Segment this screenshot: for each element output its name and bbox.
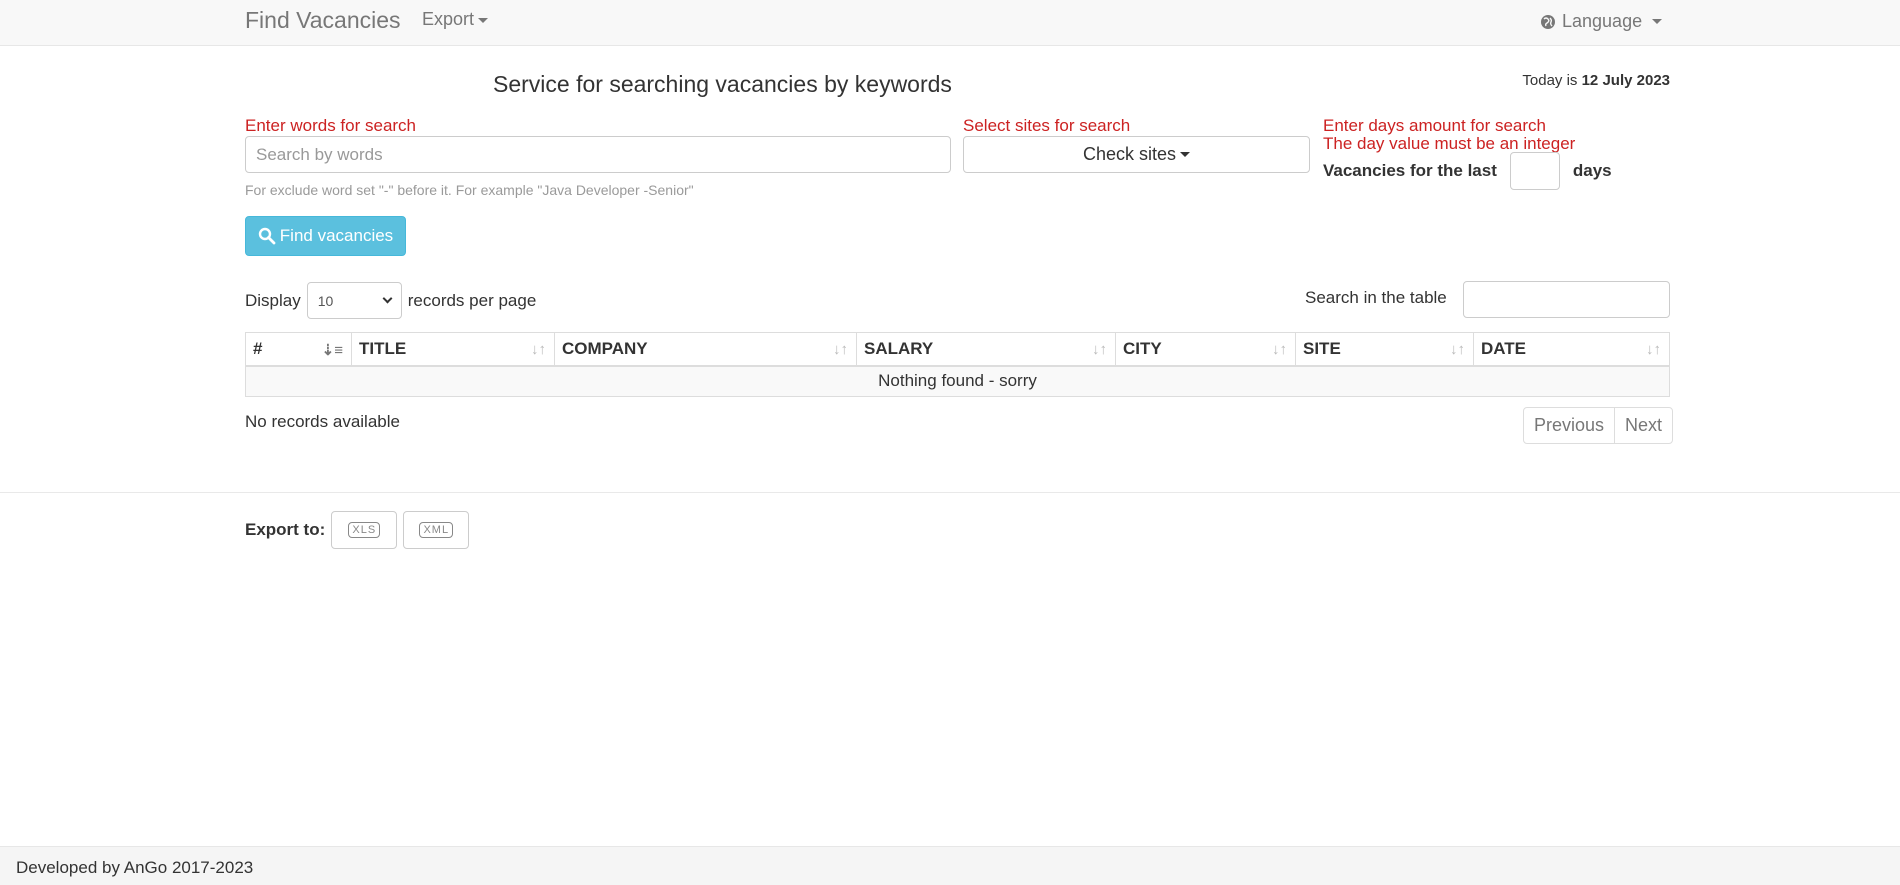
column-header-label: CITY [1123,338,1162,358]
per-page-label: records per page [407,290,537,310]
today-date: Today is 12 July 2023 [1522,72,1670,89]
xls-file-icon: XLS [348,522,381,538]
column-header-title[interactable]: TITLE ↓↑ [351,332,555,367]
column-header-label: # [253,338,263,358]
empty-table-message: Nothing found - sorry [245,365,1670,397]
xml-file-icon: XML [419,522,454,538]
days-input[interactable] [1509,152,1560,190]
today-prefix: Today is [1522,72,1578,89]
export-menu-label: Export [422,9,475,29]
page-footer: Developed by AnGo 2017-2023 [0,846,1900,885]
footer-text: Developed by AnGo 2017-2023 [16,858,254,877]
language-menu-label: Language [1562,11,1643,31]
words-label: Enter words for search [245,116,417,135]
vacancies-table: # ⇣≡ TITLE ↓↑ COMPANY ↓↑ SALARY ↓↑ CITY ↓↑ SI… [245,332,1670,397]
column-header-company[interactable]: COMPANY ↓↑ [554,332,857,367]
days-row: Vacancies for the last days [1323,152,1612,190]
find-vacancies-button[interactable]: Find vacancies [245,216,406,256]
export-label: Export to: [245,520,326,539]
page-size-row: Display 10 records per page [245,282,536,319]
table-header-row: # ⇣≡ TITLE ↓↑ COMPANY ↓↑ SALARY ↓↑ CITY ↓↑ SI… [245,332,1670,367]
find-vacancies-label: Find vacancies [279,226,394,245]
table-row: Nothing found - sorry [245,365,1670,397]
days-error: The day value must be an integer [1323,134,1576,153]
previous-page-button[interactable]: Previous [1524,408,1614,443]
search-words-input[interactable] [245,136,951,173]
divider [0,492,1900,493]
pagination: Previous Next [1523,407,1674,444]
column-header-site[interactable]: SITE ↓↑ [1295,332,1474,367]
display-label: Display [245,290,301,310]
export-xml-button[interactable]: XML [403,511,470,549]
column-header-label: COMPANY [562,338,648,358]
table-search-input[interactable] [1463,281,1670,318]
table-info: No records available [245,412,400,431]
caret-down-icon [1180,152,1191,157]
sort-icon: ↓↑ [833,341,848,358]
sort-icon: ↓↑ [531,341,546,358]
export-menu[interactable]: Export [422,9,489,30]
sort-icon: ↓↑ [1450,341,1465,358]
next-page-button[interactable]: Next [1614,408,1672,443]
caret-down-icon [478,17,489,23]
brand-link[interactable]: Find Vacancies [245,7,401,34]
column-header-label: DATE [1481,338,1527,358]
column-header-city[interactable]: CITY ↓↑ [1115,332,1296,367]
table-search-label: Search in the table [1305,288,1447,307]
days-suffix: days [1572,161,1612,180]
check-sites-label: Check sites [1082,144,1177,164]
page-size-value: 10 [317,292,334,309]
top-navbar: Find Vacancies Export Language [0,0,1900,46]
column-header-salary[interactable]: SALARY ↓↑ [856,332,1116,367]
sort-ascending-icon: ⇣≡ [321,342,343,359]
export-row: Export to: XLS XML [245,511,470,549]
search-icon [258,227,276,245]
language-menu[interactable]: Language [1540,11,1663,32]
chevron-down-icon [382,293,393,304]
search-hint: For exclude word set "-" before it. For … [245,182,694,198]
today-value: 12 July 2023 [1581,72,1670,89]
sort-icon: ↓↑ [1092,341,1107,358]
days-label: Enter days amount for search [1323,116,1547,135]
check-sites-button[interactable]: Check sites [963,136,1310,173]
days-prefix: Vacancies for the last [1323,161,1497,180]
sort-icon: ↓↑ [1272,341,1287,358]
column-header-label: TITLE [359,338,407,358]
column-header-number[interactable]: # ⇣≡ [245,332,352,367]
sites-label: Select sites for search [963,116,1131,135]
export-xls-button[interactable]: XLS [331,511,398,549]
column-header-label: SITE [1303,338,1341,358]
page-size-select[interactable]: 10 [306,282,402,319]
globe-icon [1541,14,1555,29]
sort-icon: ↓↑ [1646,341,1661,358]
column-header-label: SALARY [864,338,934,358]
page-title: Service for searching vacancies by keywo… [493,71,952,97]
column-header-date[interactable]: DATE ↓↑ [1473,332,1670,367]
caret-down-icon [1652,19,1663,24]
